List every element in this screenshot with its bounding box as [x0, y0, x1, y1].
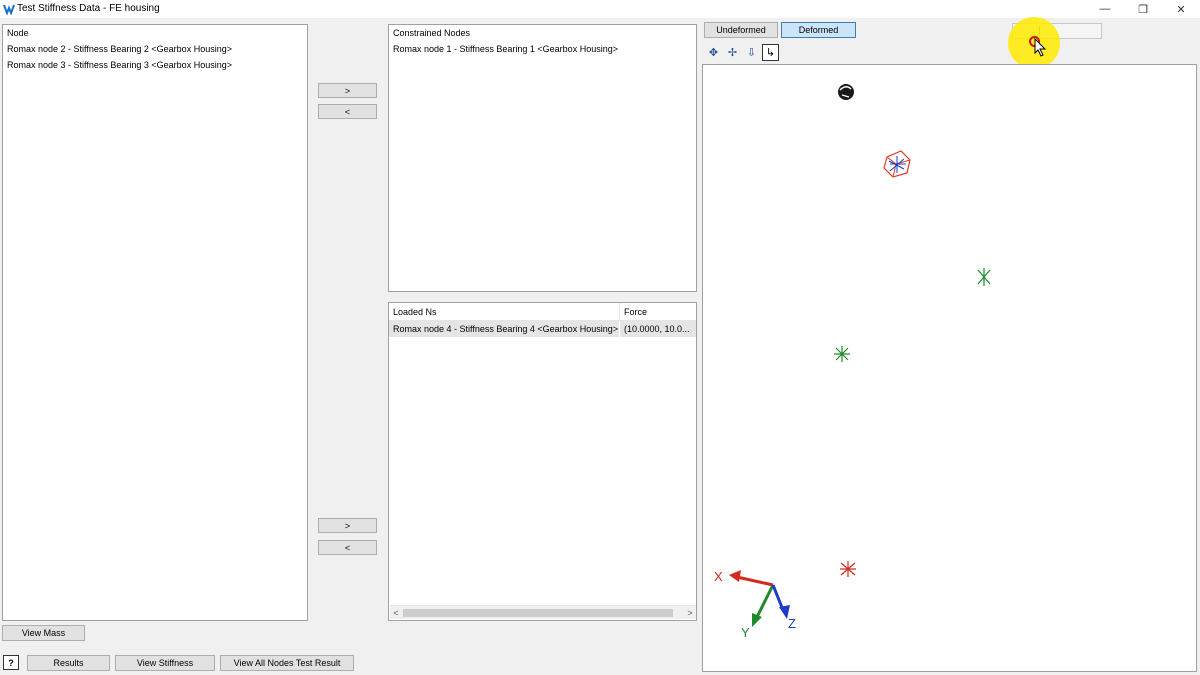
pan-icon[interactable]: ✢: [724, 44, 741, 61]
tab-undeformed[interactable]: Undeformed: [704, 22, 778, 38]
table-row[interactable]: Romax node 4 - Stiffness Bearing 4 <Gear…: [389, 321, 696, 337]
horizontal-scrollbar[interactable]: < >: [390, 605, 696, 619]
view-stiffness-button[interactable]: View Stiffness: [115, 655, 215, 671]
node-marker-green[interactable]: [977, 268, 991, 286]
add-loaded-button[interactable]: >: [318, 518, 377, 533]
force-cell: (10.0000, 10.0...: [624, 324, 690, 334]
scroll-right-icon[interactable]: >: [684, 607, 696, 619]
view-mass-button[interactable]: View Mass: [2, 625, 85, 641]
loaded-node-marker[interactable]: [883, 150, 911, 178]
view-all-nodes-button[interactable]: View All Nodes Test Result: [220, 655, 354, 671]
model-viewport[interactable]: X Y Z: [702, 64, 1197, 672]
minimize-button[interactable]: —: [1086, 0, 1124, 18]
list-item[interactable]: Romax node 2 - Stiffness Bearing 2 <Gear…: [3, 41, 307, 57]
node-marker-green[interactable]: [834, 346, 850, 362]
remove-constrained-button[interactable]: <: [318, 104, 377, 119]
help-button[interactable]: ?: [3, 655, 19, 670]
node-list[interactable]: Node Romax node 2 - Stiffness Bearing 2 …: [2, 24, 308, 621]
axis-y-label: Y: [741, 625, 750, 640]
axis-triad: [729, 570, 790, 627]
scroll-left-icon[interactable]: <: [390, 607, 402, 619]
table-header: Loaded Ns Force: [389, 303, 696, 321]
scrollbar-thumb[interactable]: [403, 609, 673, 617]
node-marker-red[interactable]: [840, 561, 856, 577]
node-marker-sphere[interactable]: [838, 84, 854, 100]
loaded-node-cell: Romax node 4 - Stiffness Bearing 4 <Gear…: [389, 321, 620, 337]
select-icon[interactable]: ↳: [762, 44, 779, 61]
axis-z-label: Z: [788, 616, 796, 631]
viewport-canvas[interactable]: X Y Z: [703, 65, 1196, 671]
mouse-pointer-icon: [1034, 38, 1047, 57]
column-header-force[interactable]: Force: [620, 303, 696, 320]
restore-button[interactable]: ❐: [1124, 0, 1162, 18]
node-list-header: Node: [7, 28, 29, 38]
window-title: Test Stiffness Data - FE housing: [17, 3, 160, 14]
axis-x-label: X: [714, 569, 723, 584]
add-constrained-button[interactable]: >: [318, 83, 377, 98]
app-logo-icon: [3, 4, 15, 15]
results-button[interactable]: Results: [27, 655, 110, 671]
column-header-loaded[interactable]: Loaded Ns: [389, 303, 620, 320]
constrained-nodes-list[interactable]: Constrained Nodes Romax node 1 - Stiffne…: [388, 24, 697, 292]
loaded-nodes-table[interactable]: Loaded Ns Force Romax node 4 - Stiffness…: [388, 302, 697, 621]
title-bar: Test Stiffness Data - FE housing — ❐ ✕: [0, 0, 1200, 18]
constrained-nodes-header: Constrained Nodes: [393, 28, 471, 38]
remove-loaded-button[interactable]: <: [318, 540, 377, 555]
list-item[interactable]: Romax node 3 - Stiffness Bearing 3 <Gear…: [3, 57, 307, 73]
close-button[interactable]: ✕: [1162, 0, 1200, 18]
tab-deformed[interactable]: Deformed: [781, 22, 856, 38]
list-item[interactable]: Romax node 1 - Stiffness Bearing 1 <Gear…: [389, 41, 696, 57]
rotate-icon[interactable]: ✥: [705, 44, 722, 61]
zoom-icon[interactable]: ⇩: [743, 44, 760, 61]
